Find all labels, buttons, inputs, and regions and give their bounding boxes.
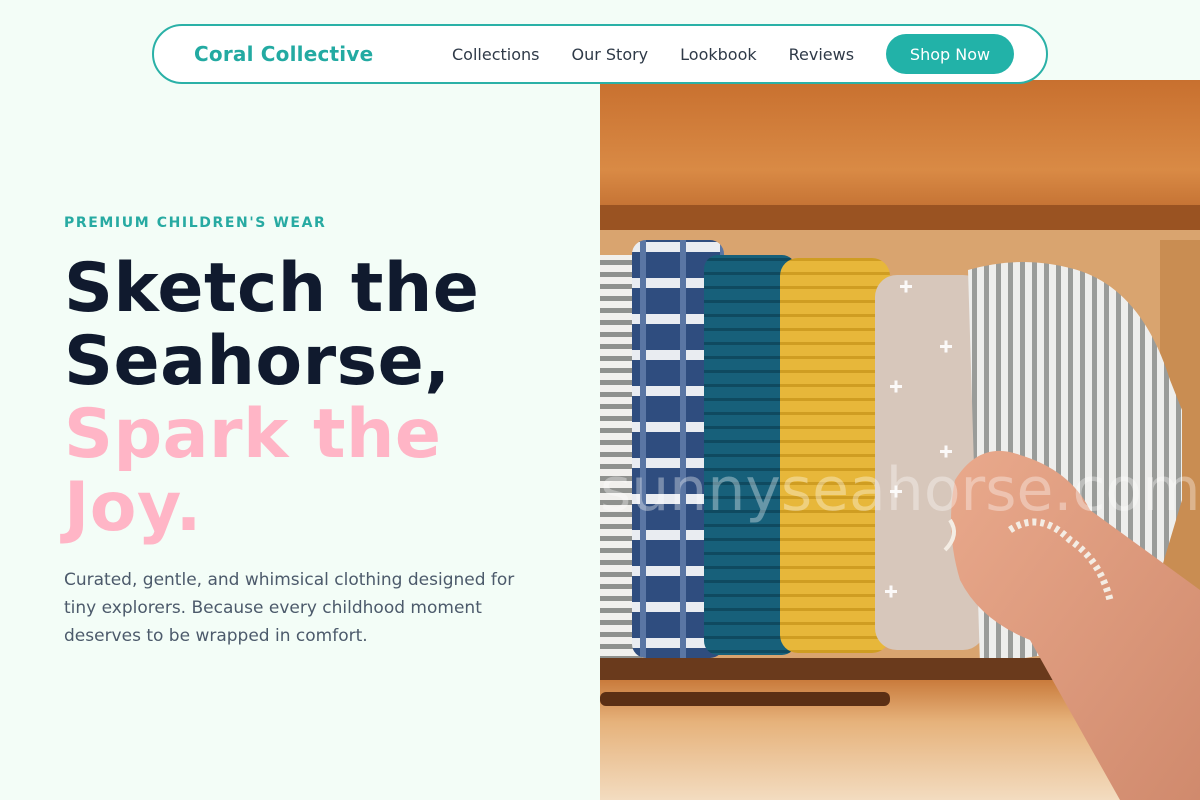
drawer-illustration: sunnyseahorse.com xyxy=(600,80,1200,800)
nav-link-our-story[interactable]: Our Story xyxy=(571,45,648,64)
brand-logo[interactable]: Coral Collective xyxy=(194,42,373,66)
nav-link-lookbook[interactable]: Lookbook xyxy=(680,45,756,64)
nav-links: Collections Our Story Lookbook Reviews xyxy=(452,26,886,82)
nav-link-reviews[interactable]: Reviews xyxy=(789,45,854,64)
top-navigation: Coral Collective Collections Our Story L… xyxy=(152,24,1048,84)
headline-line-1: Sketch the xyxy=(64,249,480,328)
image-watermark: sunnyseahorse.com xyxy=(600,455,1200,525)
shop-now-button[interactable]: Shop Now xyxy=(886,34,1014,74)
hero-subcopy: Curated, gentle, and whimsical clothing … xyxy=(64,570,515,646)
hero-headline: Sketch the Seahorse, Spark the Joy. xyxy=(64,252,584,544)
landing-page: Coral Collective Collections Our Story L… xyxy=(0,0,1200,800)
nav-link-collections[interactable]: Collections xyxy=(452,45,539,64)
eyebrow-label: PREMIUM CHILDREN'S WEAR xyxy=(64,215,327,231)
hero-photo: sunnyseahorse.com xyxy=(600,80,1200,800)
headline-line-3: Spark the xyxy=(64,395,442,474)
headline-line-2: Seahorse, xyxy=(64,322,451,401)
headline-line-4: Joy. xyxy=(64,468,202,547)
